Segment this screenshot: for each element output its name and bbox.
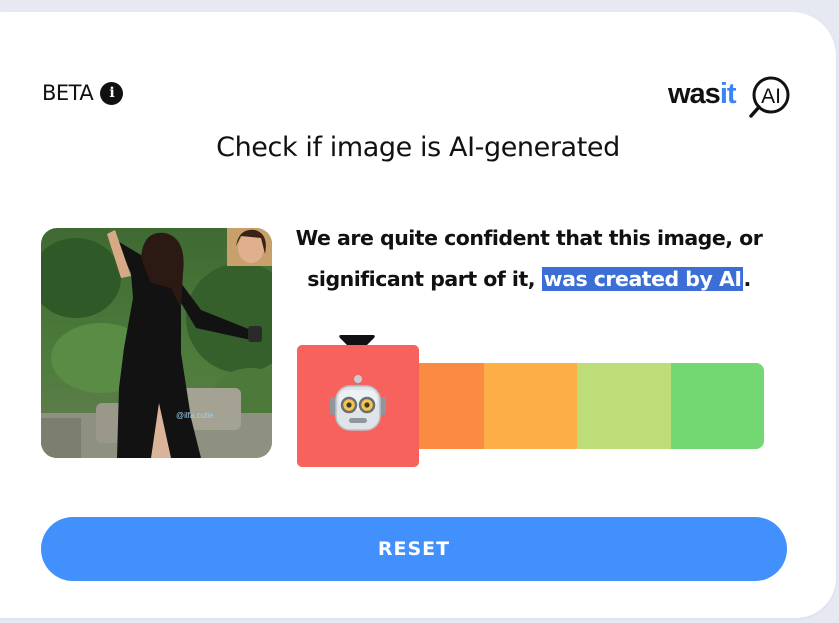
analyzed-image: @ilfa.cutie <box>41 228 272 458</box>
svg-text:wasit: wasit <box>668 78 737 110</box>
meter-segment-3 <box>483 363 578 449</box>
photo-watermark: @ilfa.cutie <box>176 411 214 420</box>
page-title: Check if image is AI-generated <box>216 132 620 163</box>
logo-text-plain: was <box>668 78 720 110</box>
beta-label: BETA i <box>42 81 124 105</box>
detector-card: BETA i wasit AI Check if image is AI-gen… <box>0 12 836 618</box>
meter-segment-5 <box>670 363 764 449</box>
beta-text: BETA <box>42 81 94 105</box>
meter-segment-4 <box>577 363 671 449</box>
logo-badge-text: AI <box>761 85 781 108</box>
logo-text-accent: it <box>720 78 737 110</box>
reset-button[interactable]: RESET <box>41 517 787 581</box>
info-icon[interactable]: i <box>100 81 124 105</box>
verdict-highlight: was created by AI <box>541 267 744 291</box>
verdict-text: We are quite confident that this image, … <box>283 218 775 300</box>
robot-face-icon <box>330 375 386 431</box>
verdict-period: . <box>743 267 751 291</box>
meter-selected-segment <box>297 345 419 467</box>
wasitai-logo[interactable]: wasit AI <box>668 72 794 120</box>
